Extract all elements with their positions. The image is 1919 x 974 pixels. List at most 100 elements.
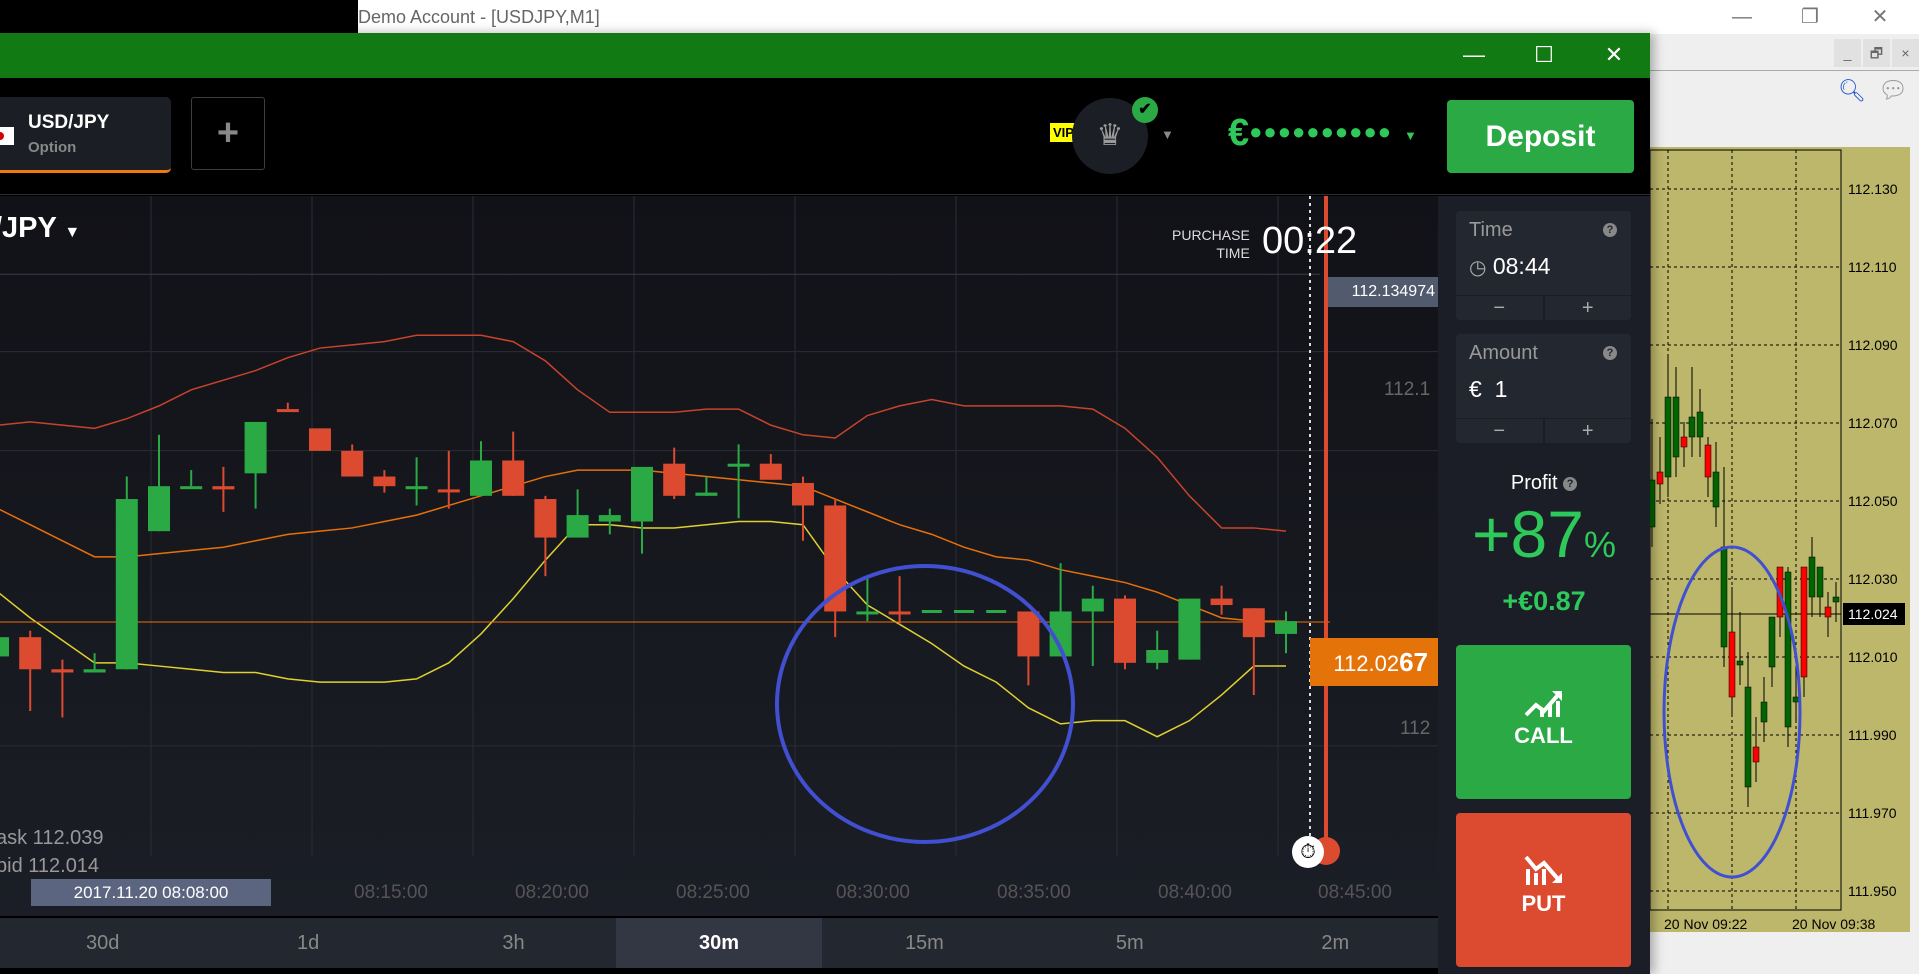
restore-button[interactable]: ❐ [1780,2,1840,32]
time-minus-button[interactable]: − [1456,296,1545,320]
time-box: Time ? ◷ 08:44 − + [1456,211,1631,320]
profit-label-text: Profit [1510,472,1558,494]
current-price-tag: 112.0267 [1310,638,1440,686]
amount-input[interactable]: € 1 [1469,376,1507,403]
candle-body [534,499,557,538]
candle-body [405,486,428,490]
mt4-candle-body [1704,444,1712,478]
asset-tab-usdjpy[interactable]: USD/JPY Option [0,97,171,173]
trend-down-icon [1523,855,1562,885]
candle-body [1114,598,1136,663]
stopwatch-icon[interactable]: ⏱ [1292,836,1324,868]
x-tick: 08:40:00 [1158,882,1232,903]
add-asset-button[interactable]: + [191,97,265,170]
app-minimize-button[interactable]: — [1454,40,1494,70]
mt4-y-tick: 112.110 [1848,259,1897,275]
timeframe-1d[interactable]: 1d [205,918,410,968]
mt4-y-tick: 111.950 [1848,883,1897,899]
divider [1650,70,1919,71]
timeframe-30m[interactable]: 30m [616,918,822,968]
close-button[interactable]: ✕ [1850,2,1910,32]
candle-body [888,611,911,615]
chat-icon[interactable]: 💬︎ [1878,76,1908,105]
currency-symbol: € [1228,112,1250,154]
verified-check-icon: ✔ [1132,97,1158,123]
price-chart[interactable]: /JPY ▼ PURCHASE TIME 00:22 112.134974 112… [0,196,1441,916]
japan-flag-icon [0,127,14,145]
candle-body [0,637,9,657]
mt4-candle-body [1680,436,1688,448]
app-maximize-button[interactable]: ☐ [1524,40,1564,70]
mt4-candle-body [1752,746,1760,763]
call-button[interactable]: CALL [1456,645,1631,799]
mt4-candle-body [1664,396,1672,478]
mt4-window: _ 🗗 × 🔍︎ 💬︎ 112.130 112.110 112.090 112.070… [1650,34,1919,974]
balance-display[interactable]: €●●●●●●●●●● [1228,112,1392,153]
amount-plus-button[interactable]: + [1545,419,1632,443]
mt4-candle-body [1688,416,1696,438]
masked-balance: ●●●●●●●●●● [1249,119,1393,144]
price-prefix: 112.02 [1333,651,1400,676]
candle-body [1081,598,1104,612]
timeframe-5m[interactable]: 5m [1027,918,1232,968]
mt4-restore-button[interactable]: 🗗 [1863,39,1890,67]
help-icon[interactable]: ? [1563,477,1578,491]
time-value[interactable]: ◷ 08:44 [1469,253,1550,280]
vip-dropdown-icon[interactable]: ▼ [1161,127,1174,142]
chart-asset-selector[interactable]: /JPY ▼ [0,212,80,245]
mt4-chart-svg: 112.130 112.110 112.090 112.070 112.050 112.0… [1650,149,1905,932]
timeframe-3h[interactable]: 3h [411,918,616,968]
trend-up-icon [1524,691,1562,717]
candle-body [1017,611,1040,657]
balance-dropdown-icon[interactable]: ▼ [1404,128,1417,143]
timeframe-30d[interactable]: 30d [0,918,205,968]
candle-body [631,466,653,522]
candle-body [51,669,74,673]
mt4-close-button[interactable]: × [1892,39,1919,67]
x-tick: 08:45:00 [1318,882,1392,903]
time-label: Time [1469,219,1513,241]
profit-label: Profit ? [1438,472,1650,495]
amount-label: Amount [1469,342,1538,364]
candle-body [83,669,106,673]
amount-minus-button[interactable]: − [1456,419,1545,443]
ask-bid-display: ask 112.039 bid 112.014 [0,824,104,880]
mt4-chart[interactable]: 112.130 112.110 112.090 112.070 112.050 112.0… [1650,147,1910,932]
profit-pct-value: +87 [1472,497,1584,571]
start-date-tag: 2017.11.20 08:08:00 [31,879,271,906]
profit-percentage: +87% [1438,496,1650,572]
mt4-y-tick: 112.010 [1848,649,1898,665]
clock-icon: ◷ [1469,257,1487,279]
mt4-y-tick: 112.070 [1848,415,1898,431]
minimize-button[interactable]: — [1712,2,1772,32]
mt4-candle-body [1720,546,1728,648]
percent-sign: % [1583,524,1616,565]
help-icon[interactable]: ? [1603,223,1617,237]
call-label: CALL [1514,723,1573,748]
ask-price: ask 112.039 [0,827,104,849]
candle-body [19,637,42,670]
put-button[interactable]: PUT [1456,813,1631,967]
time-plus-button[interactable]: + [1545,296,1632,320]
app-close-button[interactable]: ✕ [1594,40,1634,70]
timeframe-15m[interactable]: 15m [822,918,1027,968]
candle-body [727,463,750,467]
candle-body [598,515,621,522]
mt4-scrollbar[interactable] [1650,932,1919,974]
candle-body [856,611,879,615]
candle-body [470,460,492,496]
mt4-candle-body [1824,606,1832,618]
purchase-time-label: PURCHASE TIME [1172,226,1250,262]
candle-body [1178,598,1201,660]
asset-tab-type: Option [28,139,77,156]
x-tick: 08:25:00 [676,882,750,903]
trade-panel: Time ? ◷ 08:44 − + Amount ? € 1 − + Profit… [1438,196,1650,974]
timeframe-2m[interactable]: 2m [1233,918,1438,968]
help-icon[interactable]: ? [1603,346,1617,360]
time-value-text: 08:44 [1492,253,1551,279]
search-icon[interactable]: 🔍︎ [1838,78,1866,104]
mt4-candle-body [1744,686,1752,788]
deposit-button[interactable]: Deposit [1447,100,1634,173]
mt4-candle-body [1792,696,1800,703]
mt4-minimize-button[interactable]: _ [1834,39,1861,67]
